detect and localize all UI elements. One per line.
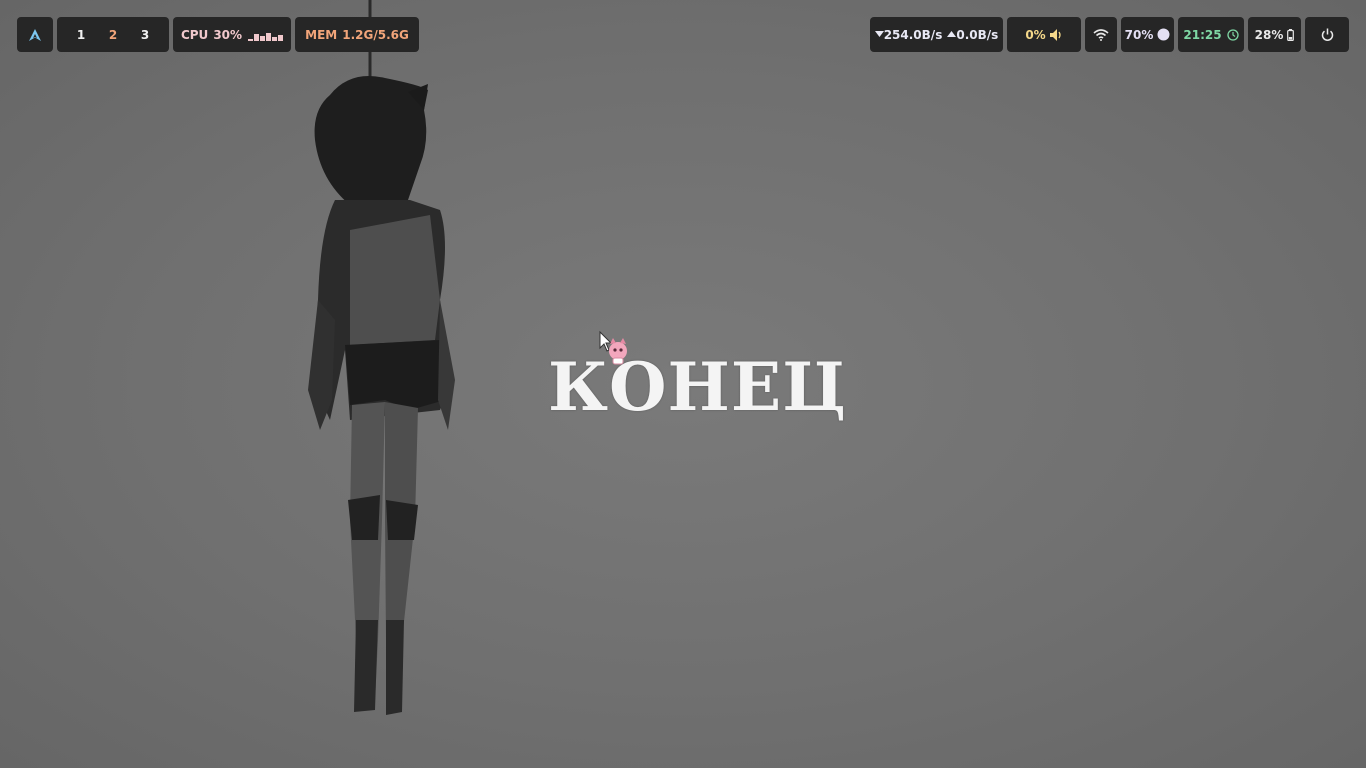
brightness-icon <box>1157 28 1170 41</box>
cpu-usage-graph <box>248 29 284 41</box>
workspace-switcher: 1 2 3 <box>57 17 169 52</box>
volume-module[interactable]: 0% <box>1007 17 1081 52</box>
brightness-value: 70% <box>1124 27 1154 42</box>
cpu-graph-bar <box>266 32 272 41</box>
upload-arrow-icon <box>947 31 957 37</box>
power-icon <box>1321 28 1333 41</box>
cpu-value: 30% <box>213 27 243 42</box>
network-speed-module[interactable]: 254.0B/s 0.0B/s <box>870 17 1003 52</box>
battery-value: 28% <box>1254 27 1284 42</box>
network-down-value: 254.0B/s <box>883 27 943 42</box>
mem-label: MEM <box>305 27 338 42</box>
cpu-graph-bar <box>248 38 254 41</box>
cpu-graph-bar <box>260 35 266 41</box>
workspace-2-button[interactable]: 2 <box>101 28 125 42</box>
mouse-cursor-icon <box>599 330 627 365</box>
download-arrow-icon <box>874 31 884 37</box>
clock-icon <box>1226 28 1239 41</box>
cpu-graph-bar <box>254 33 260 41</box>
brightness-module[interactable]: 70% <box>1121 17 1174 52</box>
mem-value: 1.2G/5.6G <box>342 27 409 42</box>
clock-module[interactable]: 21:25 <box>1178 17 1244 52</box>
network-up-value: 0.0B/s <box>956 27 999 42</box>
clock-time: 21:25 <box>1183 27 1222 42</box>
workspace-1-button[interactable]: 1 <box>69 28 93 42</box>
wallpaper-title-text: КОНЕЦ <box>548 348 847 426</box>
cpu-graph-bar <box>272 36 278 41</box>
arch-logo-icon <box>29 28 41 41</box>
cpu-label: CPU <box>180 27 209 42</box>
desktop-wallpaper: КОНЕЦ <box>0 0 1366 768</box>
status-bar: 1 2 3 CPU 30% MEM 1.2G/5.6G 254.0B/s 0.0… <box>0 0 1366 70</box>
power-button[interactable] <box>1305 17 1349 52</box>
wifi-module[interactable] <box>1085 17 1117 52</box>
hanging-girl-illustration <box>308 0 455 715</box>
battery-icon <box>1287 28 1295 41</box>
memory-module[interactable]: MEM 1.2G/5.6G <box>295 17 419 52</box>
wifi-icon <box>1093 28 1109 41</box>
cpu-graph-bar <box>278 34 284 41</box>
battery-module[interactable]: 28% <box>1248 17 1301 52</box>
cpu-module[interactable]: CPU 30% <box>173 17 291 52</box>
workspace-3-button[interactable]: 3 <box>133 28 157 42</box>
launcher-button[interactable] <box>17 17 53 52</box>
volume-value: 0% <box>1025 27 1046 42</box>
speaker-icon <box>1049 28 1061 41</box>
